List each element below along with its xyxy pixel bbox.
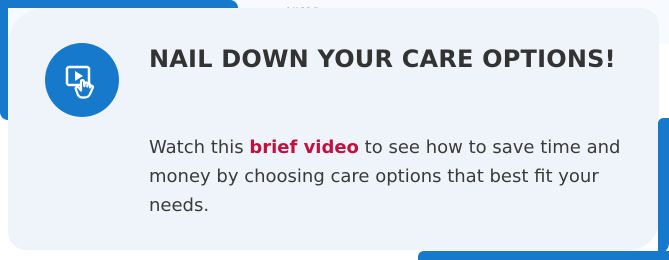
pointing-hand-icon (74, 79, 95, 99)
card-accent-left (0, 0, 8, 120)
video-touch-icon (45, 43, 119, 117)
message-text-before-link: Watch this (149, 137, 250, 158)
video-touch-icon-graphic (65, 65, 95, 99)
card-accent-top-left (0, 0, 238, 8)
card-accent-bottom (418, 251, 669, 260)
card-accent-right (658, 118, 669, 254)
brief-video-link[interactable]: brief video (249, 137, 359, 158)
callout-title: NAIL DOWN YOUR CARE OPTIONS! (149, 45, 616, 73)
care-options-callout-page: 4 X 10 ft 10 RANGE NAIL DOWN YOUR CARE O… (0, 0, 669, 260)
callout-message: Watch this brief video to see how to sav… (149, 133, 639, 220)
